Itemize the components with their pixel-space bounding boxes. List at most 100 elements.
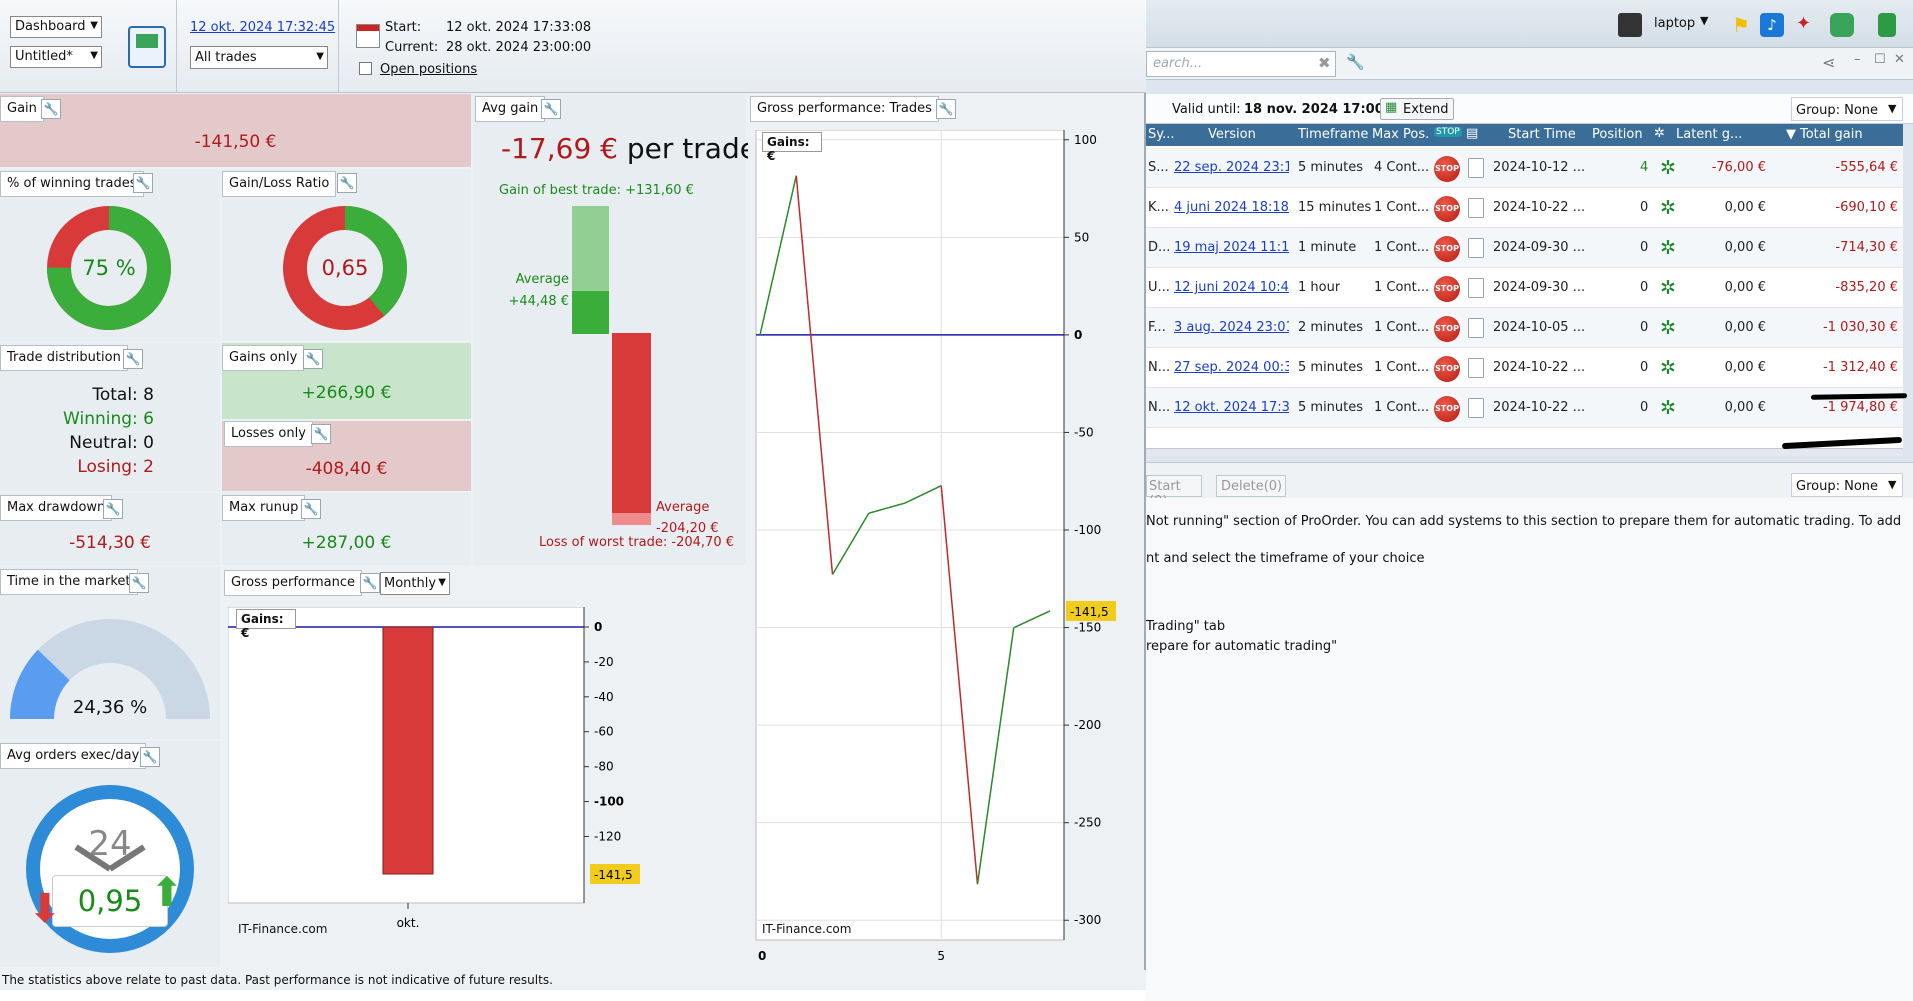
wrench-icon[interactable]: 🔧 — [301, 499, 321, 519]
col-sym[interactable]: Sy... — [1148, 127, 1175, 142]
wrench-icon[interactable]: 🔧 — [936, 99, 956, 119]
wrench-icon[interactable]: 🔧 — [360, 573, 380, 593]
col-maxpos[interactable]: Max Pos. — [1372, 127, 1429, 142]
table-row[interactable]: S... 22 sep. 2024 23:18 5 minutes 4 Cont...… — [1146, 148, 1903, 188]
search-bar: earch... ✖ 🔧 ⋖ – ☐ ✕ — [1146, 48, 1913, 80]
cell-version[interactable]: 3 aug. 2024 23:01 — [1174, 320, 1289, 335]
document-icon[interactable] — [1468, 158, 1484, 178]
trades-select[interactable]: All trades ▼ — [190, 46, 328, 69]
cell-latent: 0,00 € — [1724, 320, 1766, 335]
search-input[interactable]: earch... — [1146, 51, 1336, 77]
start-button[interactable]: Start (0) — [1146, 475, 1202, 509]
chevron-down-icon: ▼ — [316, 51, 324, 62]
table-row[interactable]: N... 27 sep. 2024 00:39 5 minutes 1 Cont...… — [1146, 348, 1903, 388]
cell-version[interactable]: 27 sep. 2024 00:39 — [1174, 360, 1289, 375]
share-icon[interactable]: ⋖ — [1822, 53, 1835, 72]
stats-header: Dashboard ▼ Untitled* ▼ 12 okt. 2024 17:32… — [0, 0, 1146, 93]
wrench-icon[interactable]: 🔧 — [303, 349, 323, 369]
minimize-icon[interactable]: – — [1854, 52, 1861, 67]
cell-latent: 0,00 € — [1724, 400, 1766, 415]
sync-icon[interactable] — [1830, 13, 1854, 37]
clear-icon[interactable]: ✖ — [1318, 54, 1331, 72]
gear-icon[interactable]: ✲ — [1660, 238, 1680, 258]
wrench-icon[interactable]: 🔧 — [140, 747, 160, 767]
horizontal-scrollbar[interactable] — [1146, 448, 1903, 456]
gear-icon[interactable]: ✲ — [1660, 158, 1680, 178]
chevron-down-icon[interactable]: ▼ — [1700, 14, 1708, 27]
col-total-gain[interactable]: Total gain — [1800, 127, 1863, 142]
period-select[interactable]: Monthly ▼ — [380, 572, 450, 595]
gear-icon[interactable]: ✲ — [1660, 278, 1680, 298]
table-row[interactable]: N... 12 okt. 2024 17:32 5 minutes 1 Cont...… — [1146, 388, 1903, 428]
x-tick-label: 5 — [937, 949, 945, 963]
col-timeframe[interactable]: Timeframe — [1298, 127, 1368, 142]
table-row[interactable]: D... 19 maj 2024 11:18 1 minute 1 Cont... 20… — [1146, 228, 1903, 268]
close-icon[interactable]: ✕ — [1894, 52, 1905, 67]
wrench-icon[interactable]: 🔧 — [103, 499, 123, 519]
col-position[interactable]: Position — [1592, 127, 1643, 142]
cell-version[interactable]: 4 juni 2024 18:18:4 — [1174, 200, 1289, 215]
cell-version[interactable]: 12 okt. 2024 17:32 — [1174, 400, 1289, 415]
user-label[interactable]: laptop — [1654, 16, 1695, 31]
gear-icon[interactable]: ✲ — [1660, 398, 1680, 418]
document-icon[interactable] — [1468, 318, 1484, 338]
delete-button[interactable]: Delete(0) — [1216, 475, 1286, 497]
stop-icon[interactable]: STOP — [1434, 196, 1460, 222]
flag-icon[interactable]: ⚑ — [1732, 13, 1756, 37]
table-row[interactable]: U... 12 juni 2024 10:49 1 hour 1 Cont... 202… — [1146, 268, 1903, 308]
wrench-icon[interactable]: 🔧 — [41, 99, 61, 119]
wrench-icon[interactable]: 🔧 — [1346, 53, 1365, 71]
extend-button[interactable]: ▦ Extend — [1380, 98, 1454, 120]
alerts-icon[interactable]: ✦ — [1796, 13, 1820, 37]
table-row[interactable]: F... 3 aug. 2024 23:01 2 minutes 1 Cont... 2… — [1146, 308, 1903, 348]
wrench-icon[interactable]: 🔧 — [311, 424, 331, 444]
stop-icon[interactable]: STOP — [1434, 396, 1460, 422]
stop-icon[interactable]: STOP — [1434, 156, 1460, 182]
wrench-icon[interactable]: 🔧 — [541, 99, 561, 119]
cell-version[interactable]: 19 maj 2024 11:18 — [1174, 240, 1289, 255]
speaker-icon[interactable]: ♪ — [1760, 13, 1784, 37]
save-icon[interactable] — [1618, 13, 1642, 37]
wrench-icon[interactable]: 🔧 — [337, 173, 357, 193]
wrench-icon[interactable]: 🔧 — [133, 173, 153, 193]
gear-icon[interactable]: ✲ — [1660, 318, 1680, 338]
document-icon[interactable] — [1468, 198, 1484, 218]
y-tick-label: -100 — [594, 795, 624, 809]
col-start-time[interactable]: Start Time — [1508, 127, 1576, 142]
gain-loss-ratio-widget: Gain/Loss Ratio 0,65 — [222, 169, 471, 341]
document-icon[interactable] — [1468, 358, 1484, 378]
document-icon[interactable] — [1468, 278, 1484, 298]
chevron-down-icon: ▼ — [438, 577, 446, 588]
stop-icon[interactable]: STOP — [1434, 236, 1460, 262]
open-positions-checkbox[interactable] — [359, 62, 372, 75]
calendar-icon — [356, 24, 380, 48]
cell-pos: 0 — [1640, 280, 1649, 295]
dashboard-select[interactable]: Dashboard ▼ — [10, 16, 102, 38]
statistics-icon[interactable] — [128, 26, 166, 68]
gear-icon[interactable]: ✲ — [1660, 358, 1680, 378]
cell-start: 2024-09-30 ... — [1493, 280, 1586, 295]
document-icon[interactable] — [1468, 398, 1484, 418]
cell-tf: 5 minutes — [1298, 360, 1364, 375]
document-icon[interactable] — [1468, 238, 1484, 258]
group-select-top[interactable]: Group: None ▼ — [1791, 97, 1903, 121]
stop-icon[interactable]: STOP — [1434, 316, 1460, 342]
group-select-bottom[interactable]: Group: None ▼ — [1791, 473, 1903, 497]
stop-icon[interactable]: STOP — [1434, 356, 1460, 382]
table-row[interactable]: K... 4 juni 2024 18:18:4 15 minutes 1 Cont.… — [1146, 188, 1903, 228]
date-link[interactable]: 12 okt. 2024 17:32:45 — [190, 20, 335, 35]
wrench-icon[interactable]: 🔧 — [129, 573, 149, 593]
cell-sym: D... — [1148, 240, 1171, 255]
divider — [338, 0, 339, 93]
cell-version[interactable]: 22 sep. 2024 23:18 — [1174, 160, 1289, 175]
stop-icon[interactable]: STOP — [1434, 276, 1460, 302]
cell-version[interactable]: 12 juni 2024 10:49 — [1174, 280, 1289, 295]
col-latent[interactable]: Latent g... — [1676, 127, 1742, 142]
runup-value: +287,00 € — [301, 533, 392, 553]
open-positions-label[interactable]: Open positions — [380, 62, 477, 77]
col-version[interactable]: Version — [1208, 127, 1256, 142]
gear-icon[interactable]: ✲ — [1660, 198, 1680, 218]
layout-select[interactable]: Untitled* ▼ — [10, 46, 102, 68]
maximize-icon[interactable]: ☐ — [1874, 52, 1886, 67]
wrench-icon[interactable]: 🔧 — [123, 349, 143, 369]
